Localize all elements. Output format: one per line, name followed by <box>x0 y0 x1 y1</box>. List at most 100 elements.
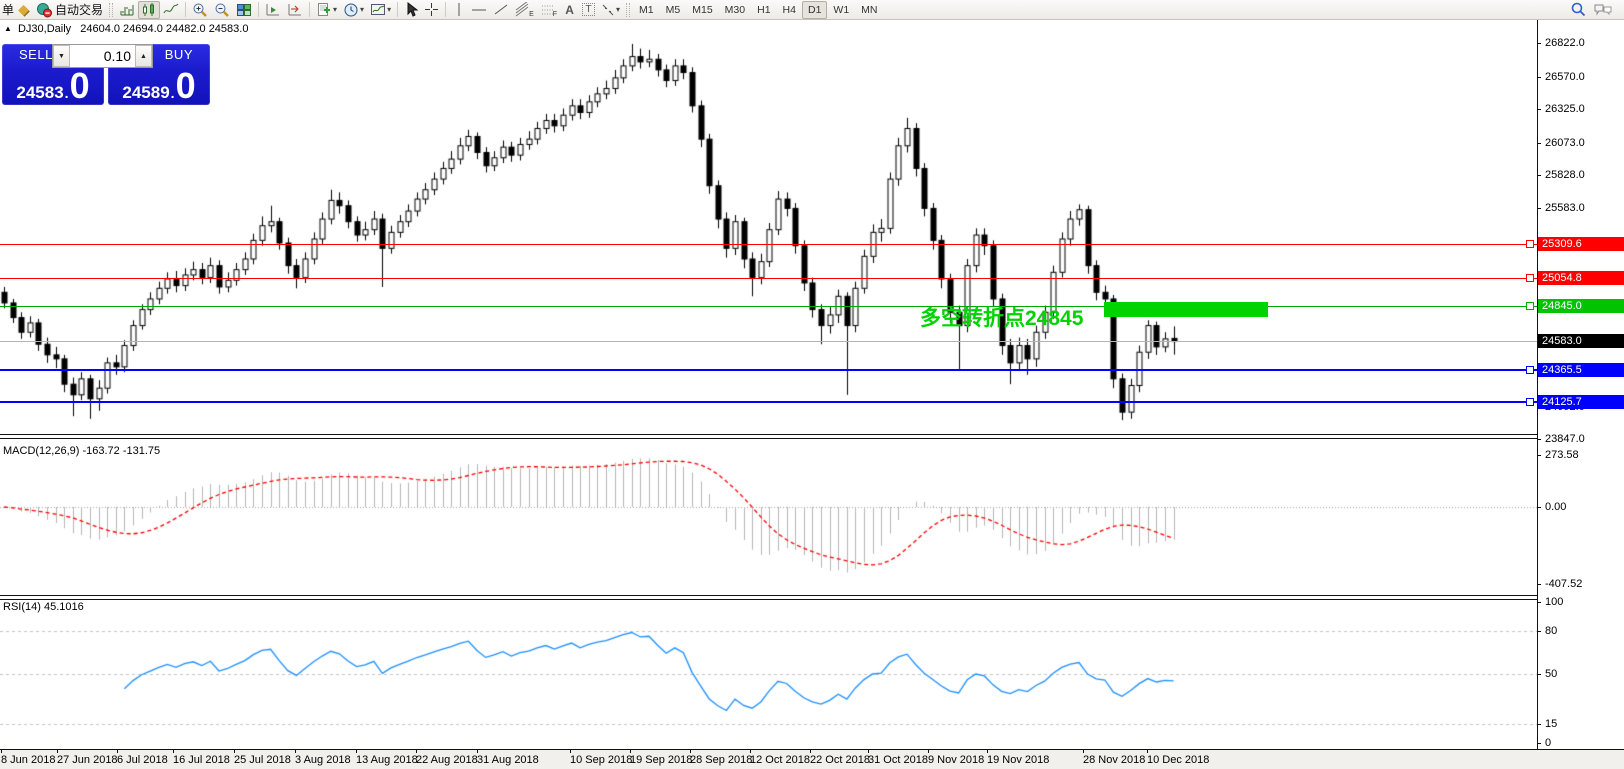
price-chart-canvas[interactable] <box>0 20 1537 749</box>
horizontal-line-object[interactable] <box>0 244 1537 245</box>
hline-anchor-square[interactable] <box>1526 302 1534 310</box>
line-chart-button[interactable] <box>160 1 182 19</box>
search-button[interactable] <box>1567 1 1590 19</box>
bar-chart-button[interactable] <box>116 1 138 19</box>
macd-axis-tick-label: -407.52 <box>1545 578 1582 590</box>
price-axis-tick-label: 26073.0 <box>1545 137 1585 149</box>
toolbar-grip[interactable] <box>109 3 113 17</box>
macd-axis-tick <box>1537 507 1541 508</box>
macd-axis-tick-label: 273.58 <box>1545 449 1579 461</box>
label-tool-icon: T <box>582 3 594 16</box>
new-order-icon[interactable]: ◆ <box>14 1 33 19</box>
spinner-down-icon: ▼ <box>58 53 65 60</box>
hline-anchor-square[interactable] <box>1526 398 1534 406</box>
zoom-in-icon <box>192 2 208 18</box>
autotrade-button[interactable]: 自动交易 <box>33 1 106 19</box>
symbol-period-label: DJ30,Daily <box>18 23 71 35</box>
zoom-out-button[interactable] <box>211 1 233 19</box>
price-axis-line <box>1537 20 1538 749</box>
toolbar-grip[interactable] <box>626 3 630 17</box>
timeframe-button-w1[interactable]: W1 <box>827 1 855 19</box>
auto-scroll-button[interactable] <box>262 1 284 19</box>
toolbar-separator <box>185 2 186 17</box>
timeframe-button-mn[interactable]: MN <box>855 1 883 19</box>
current-price-label: 24583.0 <box>1538 334 1624 348</box>
hline-anchor-square[interactable] <box>1526 274 1534 282</box>
timeframe-button-m5[interactable]: M5 <box>660 1 687 19</box>
add-indicator-button[interactable]: ▾ <box>313 1 340 19</box>
candlestick-chart-button[interactable] <box>138 1 160 19</box>
rsi-axis-tick <box>1537 743 1541 744</box>
dropdown-caret-icon: ▾ <box>387 5 391 14</box>
grid-tool-button[interactable]: F <box>537 1 560 19</box>
date-axis-label: 31 Oct 2018 <box>868 754 928 766</box>
date-axis-label: 3 Aug 2018 <box>295 754 351 766</box>
date-axis-tick <box>295 750 296 753</box>
macd-axis-tick-label: 0.00 <box>1545 501 1566 513</box>
rsi-axis-tick-label: 100 <box>1545 596 1563 608</box>
chart-annotation-text[interactable]: 多空转折点24845 <box>920 302 1083 332</box>
crosshair-button[interactable] <box>421 1 442 19</box>
trendline-button[interactable] <box>490 1 512 19</box>
toolbar-separator <box>309 2 310 17</box>
price-marker-label: 24365.5 <box>1538 363 1624 377</box>
hline-anchor-square[interactable] <box>1526 366 1534 374</box>
collapse-panel-icon[interactable]: ▲ <box>4 24 12 33</box>
date-axis-label: 8 Jun 2018 <box>1 754 55 766</box>
rsi-pane-separator[interactable] <box>0 595 1537 600</box>
fibonacci-button[interactable]: E <box>512 1 537 19</box>
autotrade-icon <box>36 2 52 18</box>
timeframe-button-h1[interactable]: H1 <box>751 1 776 19</box>
order-button-clipped[interactable]: 单 <box>2 1 14 18</box>
date-axis-tick <box>1 750 2 753</box>
label-tool-button[interactable]: T <box>579 1 598 19</box>
line-chart-icon <box>163 2 179 18</box>
symbol-header: ▲ DJ30,Daily 24604.0 24694.0 24482.0 245… <box>4 23 248 35</box>
date-axis-label: 6 Jul 2018 <box>117 754 168 766</box>
one-click-trading-panel: SELL 24583.0 BUY 24589.0 ▼ 0.10 ▲ <box>2 44 210 105</box>
highlight-rectangle[interactable] <box>1104 302 1268 317</box>
date-axis-tick <box>868 750 869 753</box>
horizontal-line-object[interactable] <box>0 369 1537 371</box>
timeframe-button-m30[interactable]: M30 <box>719 1 751 19</box>
vertical-line-button[interactable] <box>449 1 468 19</box>
trendline-icon <box>493 2 509 17</box>
rsi-axis-tick <box>1537 674 1541 675</box>
date-axis: 8 Jun 201827 Jun 20186 Jul 201816 Jul 20… <box>0 749 1624 769</box>
text-tool-button[interactable]: A <box>560 1 579 19</box>
shapes-arrows-icon <box>601 3 615 17</box>
dropdown-caret-icon: ▾ <box>616 5 620 14</box>
price-marker-label: 24845.0 <box>1538 299 1624 313</box>
chart-shift-button[interactable] <box>284 1 306 19</box>
date-axis-tick <box>810 750 811 753</box>
horizontal-line-button[interactable] <box>468 1 490 19</box>
periods-button[interactable]: ▾ <box>340 1 367 19</box>
timeframe-button-m15[interactable]: M15 <box>686 1 718 19</box>
timeframe-button-d1[interactable]: D1 <box>802 1 827 19</box>
macd-pane-separator[interactable] <box>0 434 1537 439</box>
horizontal-line-object[interactable] <box>0 278 1537 279</box>
zoom-in-button[interactable] <box>189 1 211 19</box>
volume-increase-button[interactable]: ▲ <box>135 45 152 67</box>
date-axis-tick <box>1083 750 1084 753</box>
hline-anchor-square[interactable] <box>1526 240 1534 248</box>
horizontal-line-object[interactable] <box>0 401 1537 403</box>
header-ohlc-values: 24604.0 24694.0 24482.0 24583.0 <box>80 23 248 35</box>
date-axis-tick <box>234 750 235 753</box>
volume-decrease-button[interactable]: ▼ <box>53 45 70 67</box>
timeframe-button-m1[interactable]: M1 <box>633 1 660 19</box>
shapes-button[interactable]: ▾ <box>598 1 623 19</box>
horizontal-line-object[interactable] <box>0 306 1537 307</box>
timeframe-group: M1M5M15M30H1H4D1W1MN <box>633 1 883 19</box>
toolbar-separator <box>397 2 398 17</box>
crosshair-icon <box>424 2 439 17</box>
tile-windows-button[interactable] <box>233 1 255 19</box>
timeframe-button-h4[interactable]: H4 <box>777 1 802 19</box>
volume-input[interactable]: 0.10 <box>70 45 135 67</box>
templates-button[interactable]: ▾ <box>367 1 394 19</box>
cursor-button[interactable] <box>401 1 421 19</box>
chat-button[interactable] <box>1590 1 1616 19</box>
sell-label: SELL <box>19 47 53 62</box>
date-axis-label: 19 Sep 2018 <box>630 754 692 766</box>
add-indicator-icon <box>316 2 332 18</box>
